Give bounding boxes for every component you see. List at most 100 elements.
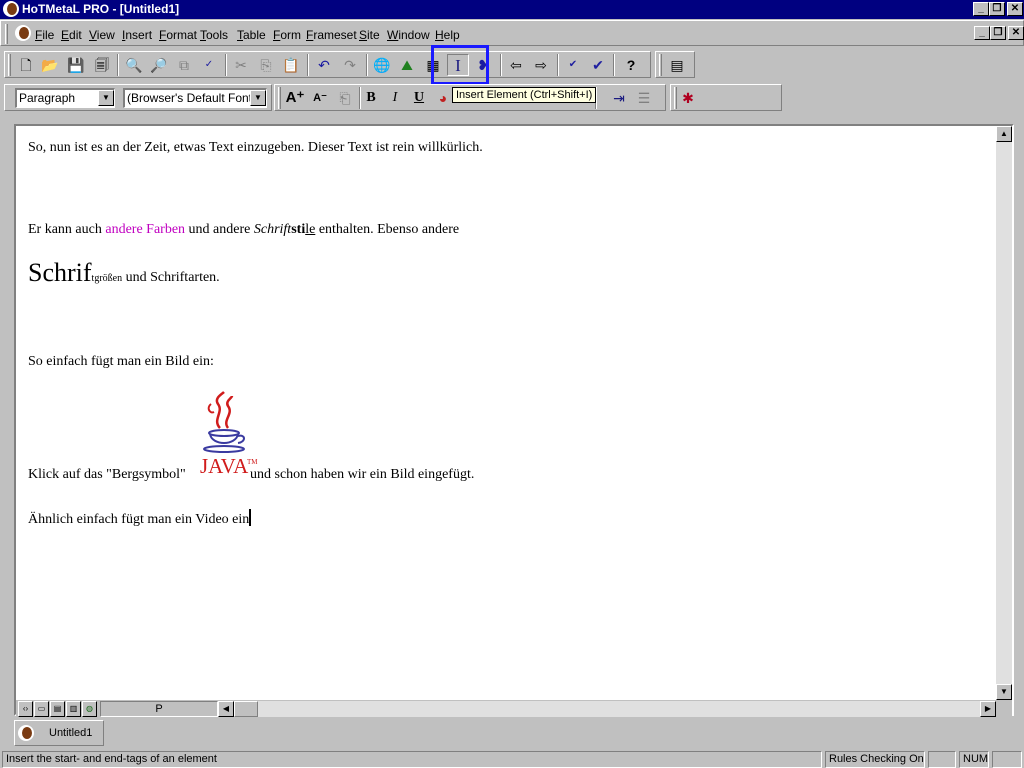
undo-icon[interactable]: ↶ (313, 54, 335, 76)
editor-area[interactable]: So, nun ist es an der Zeit, etwas Text e… (14, 124, 1014, 718)
color-picker-icon[interactable]: ◕ (432, 87, 454, 109)
menu-edit[interactable]: Edit (61, 28, 82, 42)
menu-help[interactable]: Help (435, 28, 460, 42)
scroll-left-icon[interactable]: ◀ (218, 701, 234, 717)
find-next-icon[interactable]: 🔎 (148, 54, 170, 76)
link-icon[interactable]: 🌐 (371, 54, 393, 76)
scroll-track[interactable] (258, 701, 980, 717)
new-document-icon[interactable]: 🗋 (15, 54, 37, 76)
menu-format[interactable]: Format (159, 28, 197, 42)
menu-file[interactable]: File (35, 28, 54, 42)
doc-close-button[interactable]: ✕ (1008, 26, 1024, 40)
preview-icon[interactable]: ▤ (666, 54, 688, 76)
document-content[interactable]: So, nun ist es an der Zeit, etwas Text e… (28, 138, 988, 698)
find-icon[interactable]: 🔍 (123, 54, 145, 76)
check-rules-icon[interactable]: ✔ (587, 54, 609, 76)
chevron-down-icon[interactable]: ▼ (250, 90, 266, 106)
num-lock-status: NUM (959, 751, 989, 768)
tags-on-icon[interactable]: ▭ (34, 701, 49, 717)
scroll-up-icon[interactable]: ▲ (996, 126, 1012, 142)
page-view-icon[interactable]: ▥ (66, 701, 81, 717)
font-select[interactable]: (Browser's Default Font) ▼ (123, 88, 267, 108)
italic-button[interactable]: I (384, 87, 406, 109)
normal-view-icon[interactable]: ▤ (50, 701, 65, 717)
toolbar-separator (557, 54, 559, 76)
app-icon[interactable] (3, 1, 19, 17)
small-text: tgrößen (91, 273, 123, 284)
menu-view[interactable]: View (89, 28, 115, 42)
copy-icon[interactable]: ⎘ (255, 54, 277, 76)
paragraph-style-value: Paragraph (19, 91, 76, 105)
chevron-down-icon[interactable]: ▼ (98, 90, 114, 106)
tags-view-icon[interactable]: ‹› (18, 701, 33, 717)
menu-form[interactable]: Form (273, 28, 301, 42)
document-tab-icon (18, 725, 34, 741)
tab-label: Untitled1 (49, 727, 93, 739)
paragraph-5-a: Klick auf das "Bergsymbol" (28, 467, 186, 482)
save-icon[interactable]: 💾 (65, 54, 87, 76)
italic-text: Schrift (253, 222, 292, 237)
paragraph-4: So einfach fügt man ein Bild ein: (28, 354, 214, 369)
element-path: P (100, 701, 218, 717)
bold-button[interactable]: B (360, 87, 382, 109)
doc-restore-button[interactable]: ❐ (990, 26, 1006, 40)
scroll-thumb[interactable] (234, 701, 258, 717)
scroll-down-icon[interactable]: ▼ (996, 684, 1012, 700)
menu-frameset[interactable]: Frameset (306, 28, 357, 42)
help-icon[interactable]: ? (620, 54, 642, 76)
back-arrow-icon[interactable]: ⇦ (505, 54, 527, 76)
outdent-icon[interactable]: ☰ (633, 87, 655, 109)
redo-icon[interactable]: ↷ (339, 54, 361, 76)
open-folder-icon[interactable]: 📂 (39, 54, 61, 76)
validate-html-icon[interactable]: ✔ (562, 54, 584, 76)
toolbar-separator (366, 54, 368, 76)
restore-button[interactable]: ❐ (989, 2, 1005, 16)
java-logo-image[interactable]: JAVA TM (198, 388, 258, 478)
standard-toolbar: 🗋 📂 💾 🗐 🔍 🔎 ⧉ ✓ ✂ ⎘ 📋 ↶ ↷ 🌐 ⛰ ▦ I ❥ ⇦ ⇨ … (4, 51, 651, 78)
insert-image-icon[interactable]: ⛰ (396, 54, 418, 76)
menu-window[interactable]: Window (387, 28, 430, 42)
increase-font-icon[interactable]: A⁺ (284, 87, 306, 109)
extra-toolbar: ✱ (670, 84, 782, 111)
doc-minimize-button[interactable]: _ (974, 26, 990, 40)
tag-icon[interactable]: ✱ (677, 87, 699, 109)
paragraph-style-select[interactable]: Paragraph ▼ (15, 88, 115, 108)
menu-tools[interactable]: Tools (200, 28, 228, 42)
paragraph-2: Er kann auch andere Farben und andere Sc… (28, 222, 459, 238)
toolbar-grip[interactable] (659, 54, 662, 76)
decrease-font-icon[interactable]: A⁻ (309, 87, 331, 109)
toolbar-grip[interactable] (8, 54, 11, 76)
text-run: enthalten. Ebenso andere (315, 222, 460, 237)
format-painter-icon[interactable]: ⎗ (334, 87, 356, 109)
text-run: und Schriftarten. (122, 270, 220, 285)
close-button[interactable]: ✕ (1007, 2, 1023, 16)
scroll-right-icon[interactable]: ▶ (980, 701, 996, 717)
menu-site[interactable]: Site (359, 28, 380, 42)
paragraph-6: Ähnlich einfach fügt man ein Video ein (28, 509, 252, 528)
spellcheck-icon[interactable]: ✓ (198, 54, 220, 76)
title-bar: HoTMetaL PRO - [Untitled1] _ ❐ ✕ (0, 0, 1024, 19)
toolbar-separator (613, 54, 615, 76)
paragraph-1: So, nun ist es an der Zeit, etwas Text e… (28, 140, 483, 155)
paragraph-5-b: und schon haben wir ein Bild eingefügt. (250, 467, 475, 482)
menu-table[interactable]: Table (237, 28, 266, 42)
toolbar-separator (117, 54, 119, 76)
forward-arrow-icon[interactable]: ⇨ (530, 54, 552, 76)
tab-untitled1[interactable]: Untitled1 (14, 720, 104, 746)
minimize-button[interactable]: _ (973, 2, 989, 16)
cut-icon[interactable]: ✂ (230, 54, 252, 76)
large-text: Schrif (28, 258, 92, 287)
vertical-scrollbar[interactable]: ▲ ▼ (996, 126, 1012, 700)
replace-icon[interactable]: ⧉ (173, 54, 195, 76)
document-icon[interactable] (15, 25, 31, 41)
browser-view-icon[interactable]: ◍ (82, 701, 97, 717)
save-all-icon[interactable]: 🗐 (91, 54, 113, 76)
underlined-text: le (305, 222, 316, 237)
text-run: Er kann auch (28, 222, 106, 237)
paste-icon[interactable]: 📋 (280, 54, 302, 76)
menubar-grip[interactable] (5, 24, 8, 44)
toolbar-grip[interactable] (278, 87, 281, 109)
menu-insert[interactable]: Insert (122, 28, 152, 42)
underline-button[interactable]: U (408, 87, 430, 109)
indent-icon[interactable]: ⇥ (608, 87, 630, 109)
